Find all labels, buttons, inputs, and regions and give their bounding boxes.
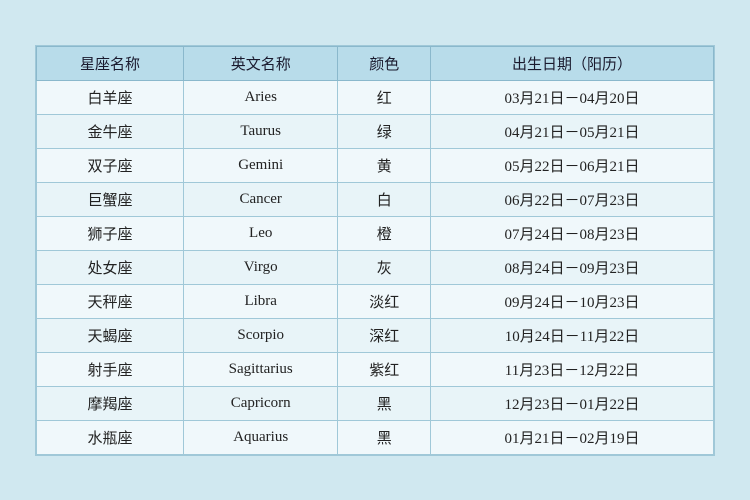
cell-color: 灰 bbox=[338, 250, 431, 284]
cell-date: 05月22日－06月21日 bbox=[430, 148, 713, 182]
table-row: 金牛座Taurus绿04月21日－05月21日 bbox=[37, 114, 714, 148]
cell-chinese-name: 金牛座 bbox=[37, 114, 184, 148]
cell-chinese-name: 处女座 bbox=[37, 250, 184, 284]
table-row: 射手座Sagittarius紫红11月23日－12月22日 bbox=[37, 352, 714, 386]
table-header-row: 星座名称 英文名称 颜色 出生日期（阳历） bbox=[37, 46, 714, 80]
table-row: 双子座Gemini黄05月22日－06月21日 bbox=[37, 148, 714, 182]
cell-english-name: Cancer bbox=[183, 182, 337, 216]
cell-chinese-name: 狮子座 bbox=[37, 216, 184, 250]
cell-english-name: Gemini bbox=[183, 148, 337, 182]
cell-date: 09月24日－10月23日 bbox=[430, 284, 713, 318]
cell-color: 绿 bbox=[338, 114, 431, 148]
header-chinese-name: 星座名称 bbox=[37, 46, 184, 80]
header-date: 出生日期（阳历） bbox=[430, 46, 713, 80]
cell-color: 红 bbox=[338, 80, 431, 114]
cell-date: 04月21日－05月21日 bbox=[430, 114, 713, 148]
cell-color: 深红 bbox=[338, 318, 431, 352]
cell-color: 黑 bbox=[338, 420, 431, 454]
cell-color: 黑 bbox=[338, 386, 431, 420]
cell-chinese-name: 巨蟹座 bbox=[37, 182, 184, 216]
cell-english-name: Leo bbox=[183, 216, 337, 250]
cell-english-name: Scorpio bbox=[183, 318, 337, 352]
cell-date: 03月21日－04月20日 bbox=[430, 80, 713, 114]
cell-english-name: Aries bbox=[183, 80, 337, 114]
cell-chinese-name: 摩羯座 bbox=[37, 386, 184, 420]
cell-color: 紫红 bbox=[338, 352, 431, 386]
cell-date: 11月23日－12月22日 bbox=[430, 352, 713, 386]
cell-color: 橙 bbox=[338, 216, 431, 250]
cell-date: 01月21日－02月19日 bbox=[430, 420, 713, 454]
cell-color: 黄 bbox=[338, 148, 431, 182]
cell-english-name: Aquarius bbox=[183, 420, 337, 454]
table-row: 巨蟹座Cancer白06月22日－07月23日 bbox=[37, 182, 714, 216]
cell-color: 白 bbox=[338, 182, 431, 216]
header-english-name: 英文名称 bbox=[183, 46, 337, 80]
cell-chinese-name: 水瓶座 bbox=[37, 420, 184, 454]
table-row: 天蝎座Scorpio深红10月24日－11月22日 bbox=[37, 318, 714, 352]
cell-chinese-name: 射手座 bbox=[37, 352, 184, 386]
cell-english-name: Sagittarius bbox=[183, 352, 337, 386]
cell-date: 10月24日－11月22日 bbox=[430, 318, 713, 352]
table-body: 白羊座Aries红03月21日－04月20日金牛座Taurus绿04月21日－0… bbox=[37, 80, 714, 454]
cell-date: 06月22日－07月23日 bbox=[430, 182, 713, 216]
cell-english-name: Virgo bbox=[183, 250, 337, 284]
table-row: 处女座Virgo灰08月24日－09月23日 bbox=[37, 250, 714, 284]
cell-date: 08月24日－09月23日 bbox=[430, 250, 713, 284]
cell-chinese-name: 白羊座 bbox=[37, 80, 184, 114]
cell-color: 淡红 bbox=[338, 284, 431, 318]
header-color: 颜色 bbox=[338, 46, 431, 80]
cell-chinese-name: 双子座 bbox=[37, 148, 184, 182]
cell-english-name: Libra bbox=[183, 284, 337, 318]
cell-date: 07月24日－08月23日 bbox=[430, 216, 713, 250]
cell-english-name: Capricorn bbox=[183, 386, 337, 420]
cell-date: 12月23日－01月22日 bbox=[430, 386, 713, 420]
table-row: 摩羯座Capricorn黑12月23日－01月22日 bbox=[37, 386, 714, 420]
table-row: 天秤座Libra淡红09月24日－10月23日 bbox=[37, 284, 714, 318]
cell-english-name: Taurus bbox=[183, 114, 337, 148]
zodiac-table-container: 星座名称 英文名称 颜色 出生日期（阳历） 白羊座Aries红03月21日－04… bbox=[35, 45, 715, 456]
zodiac-table: 星座名称 英文名称 颜色 出生日期（阳历） 白羊座Aries红03月21日－04… bbox=[36, 46, 714, 455]
cell-chinese-name: 天秤座 bbox=[37, 284, 184, 318]
table-row: 白羊座Aries红03月21日－04月20日 bbox=[37, 80, 714, 114]
table-row: 水瓶座Aquarius黑01月21日－02月19日 bbox=[37, 420, 714, 454]
cell-chinese-name: 天蝎座 bbox=[37, 318, 184, 352]
table-row: 狮子座Leo橙07月24日－08月23日 bbox=[37, 216, 714, 250]
